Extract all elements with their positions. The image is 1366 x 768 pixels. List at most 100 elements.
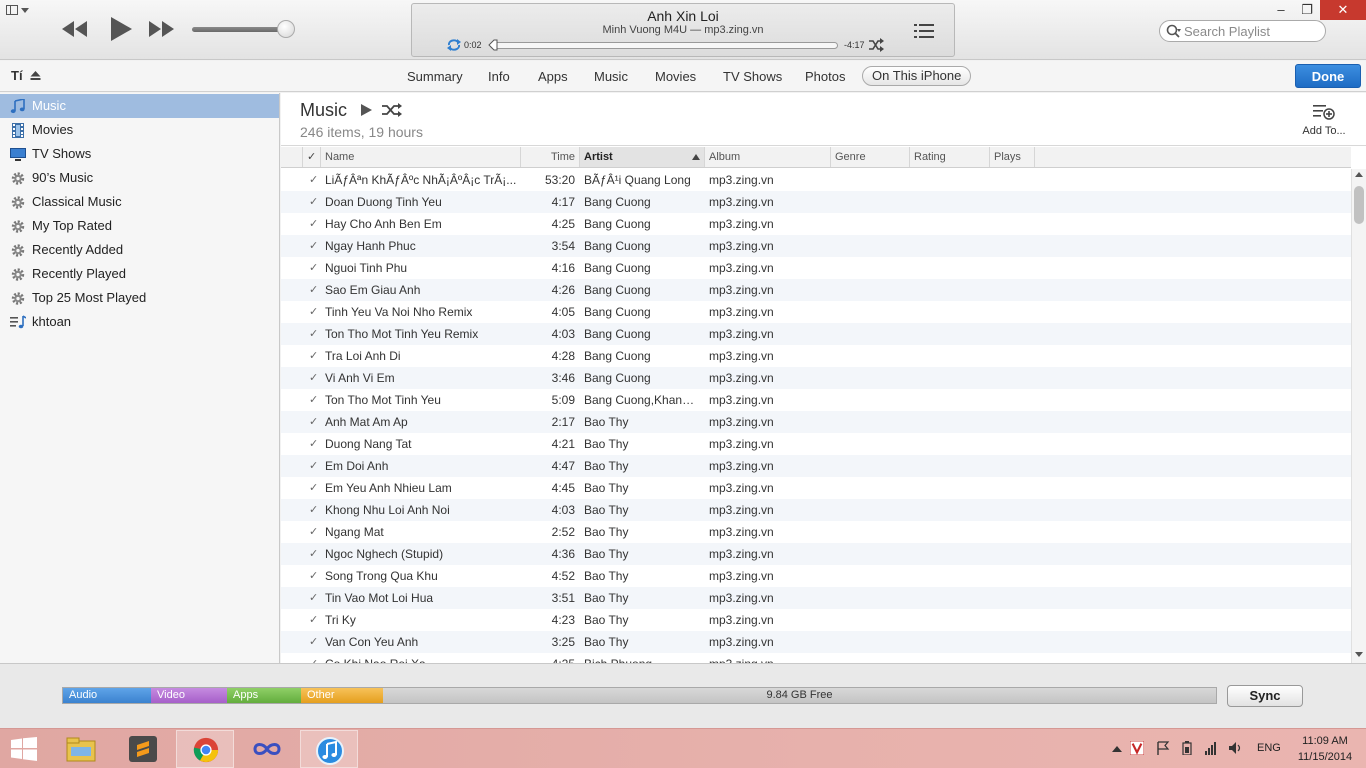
track-checkbox[interactable]: ✓ [309,279,321,301]
table-row[interactable]: ✓ Co Khi Nao Roi Xa 4:25 Bich Phuong mp3.zin… [281,653,1351,663]
previous-track-button[interactable] [60,17,90,41]
tab-on-this-iphone[interactable]: On This iPhone [862,66,972,86]
add-to-button[interactable]: Add To... [1299,103,1349,143]
sidebar-toggle-button[interactable] [6,5,30,17]
capacity-segment-apps[interactable]: Apps [227,688,301,703]
scroll-up-arrow-icon[interactable] [1355,172,1363,177]
table-row[interactable]: ✓ Vi Anh Vi Em 3:46 Bang Cuong mp3.zing.vn [281,367,1351,389]
antivirus-icon[interactable] [1130,741,1144,755]
signal-strength-icon[interactable] [1204,741,1218,755]
track-checkbox[interactable]: ✓ [309,653,321,663]
track-checkbox[interactable]: ✓ [309,323,321,345]
table-row[interactable]: ✓ Em Doi Anh 4:47 Bao Thy mp3.zing.vn [281,455,1351,477]
tab-movies[interactable]: Movies [653,67,698,87]
track-checkbox[interactable]: ✓ [309,169,321,191]
shuffle-icon[interactable] [868,38,884,52]
track-checkbox[interactable]: ✓ [309,367,321,389]
volume-slider[interactable] [192,27,290,32]
column-header-name[interactable]: Name [321,147,521,167]
table-row[interactable]: ✓ Tri Ky 4:23 Bao Thy mp3.zing.vn [281,609,1351,631]
track-checkbox[interactable]: ✓ [309,213,321,235]
minimize-window-button[interactable]: – [1268,0,1294,20]
sidebar-item-recently-added[interactable]: Recently Added [0,238,279,262]
volume-speaker-icon[interactable] [1228,741,1242,755]
track-checkbox[interactable]: ✓ [309,235,321,257]
column-header-plays[interactable]: Plays [990,147,1035,167]
table-row[interactable]: ✓ Khong Nhu Loi Anh Noi 4:03 Bao Thy mp3.zin… [281,499,1351,521]
sync-button[interactable]: Sync [1227,685,1303,707]
track-checkbox[interactable]: ✓ [309,301,321,323]
track-checkbox[interactable]: ✓ [309,543,321,565]
playhead-knob[interactable] [488,39,498,51]
table-row[interactable]: ✓ Ton Tho Mot Tinh Yeu Remix 4:03 Bang Cuon… [281,323,1351,345]
table-row[interactable]: ✓ Van Con Yeu Anh 3:25 Bao Thy mp3.zing.vn [281,631,1351,653]
tab-tv-shows[interactable]: TV Shows [721,67,784,87]
search-playlist-field[interactable] [1159,20,1326,42]
track-checkbox[interactable]: ✓ [309,499,321,521]
track-checkbox[interactable]: ✓ [309,587,321,609]
table-row[interactable]: ✓ Anh Mat Am Ap 2:17 Bao Thy mp3.zing.vn [281,411,1351,433]
column-header-checked[interactable]: ✓ [303,147,321,167]
playback-progress-bar[interactable] [490,42,838,49]
eject-icon[interactable] [30,70,41,81]
scroll-down-arrow-icon[interactable] [1355,652,1363,657]
repeat-icon[interactable] [446,39,462,51]
capacity-segment-video[interactable]: Video [151,688,227,703]
track-checkbox[interactable]: ✓ [309,521,321,543]
clock-time[interactable]: 11:09 AM [1292,735,1358,747]
input-language-indicator[interactable]: ENG [1257,742,1281,754]
tab-music[interactable]: Music [592,67,630,87]
sidebar-item-classical-music[interactable]: Classical Music [0,190,279,214]
clock-date[interactable]: 11/15/2014 [1292,751,1358,763]
track-checkbox[interactable]: ✓ [309,477,321,499]
restore-window-button[interactable]: ❐ [1294,0,1320,20]
sidebar-item-90s-music[interactable]: 90’s Music [0,166,279,190]
sidebar-item-recently-played[interactable]: Recently Played [0,262,279,286]
table-row[interactable]: ✓ Tinh Yeu Va Noi Nho Remix 4:05 Bang Cuong… [281,301,1351,323]
play-icon[interactable] [359,103,373,117]
table-row[interactable]: ✓ Nguoi Tinh Phu 4:16 Bang Cuong mp3.zing.vn [281,257,1351,279]
vertical-scrollbar[interactable] [1351,169,1366,663]
search-input[interactable] [1184,23,1320,40]
table-row[interactable]: ✓ Duong Nang Tat 4:21 Bao Thy mp3.zing.vn [281,433,1351,455]
next-track-button[interactable] [146,17,176,41]
track-checkbox[interactable]: ✓ [309,389,321,411]
battery-icon[interactable] [1180,741,1194,755]
track-checkbox[interactable]: ✓ [309,257,321,279]
sidebar-item-top-25-most-played[interactable]: Top 25 Most Played [0,286,279,310]
sidebar-item-khtoan[interactable]: khtoan [0,310,279,334]
taskbar-app-infinity[interactable] [238,730,296,768]
table-row[interactable]: ✓ Ngoc Nghech (Stupid) 4:36 Bao Thy mp3.zing… [281,543,1351,565]
tab-info[interactable]: Info [486,67,512,87]
device-name[interactable]: Tí [11,68,23,83]
column-header-rating[interactable]: Rating [910,147,990,167]
sidebar-item-music[interactable]: Music [0,94,279,118]
track-checkbox[interactable]: ✓ [309,609,321,631]
table-row[interactable]: ✓ Tin Vao Mot Loi Hua 3:51 Bao Thy mp3.zing.… [281,587,1351,609]
scrollbar-thumb[interactable] [1354,186,1364,224]
capacity-segment-other[interactable]: Other [301,688,383,703]
taskbar-app-file-explorer[interactable] [52,730,110,768]
taskbar-app-itunes[interactable] [300,730,358,768]
table-row[interactable]: ✓ Ngay Hanh Phuc 3:54 Bang Cuong mp3.zing.vn [281,235,1351,257]
table-row[interactable]: ✓ Em Yeu Anh Nhieu Lam 4:45 Bao Thy mp3.zing… [281,477,1351,499]
column-header-album[interactable]: Album [705,147,831,167]
play-button[interactable] [105,14,135,44]
table-row[interactable]: ✓ Sao Em Giau Anh 4:26 Bang Cuong mp3.zing.v… [281,279,1351,301]
table-row[interactable]: ✓ Ngang Mat 2:52 Bao Thy mp3.zing.vn [281,521,1351,543]
action-center-flag-icon[interactable] [1156,741,1170,755]
track-checkbox[interactable]: ✓ [309,631,321,653]
track-checkbox[interactable]: ✓ [309,455,321,477]
table-row[interactable]: ✓ Song Trong Qua Khu 4:52 Bao Thy mp3.zing.v… [281,565,1351,587]
sidebar-item-tv-shows[interactable]: TV Shows [0,142,279,166]
done-button[interactable]: Done [1295,64,1361,88]
tab-apps[interactable]: Apps [536,67,570,87]
taskbar-app-chrome[interactable] [176,730,234,768]
track-checkbox[interactable]: ✓ [309,345,321,367]
up-next-list-icon[interactable] [914,22,934,40]
windows-start-icon[interactable] [10,737,38,761]
column-header-time[interactable]: Time [521,147,580,167]
table-row[interactable]: ✓ LiÃƒÂªn KhÃƒÂºc NhÃ¡ÂºÂ¡c TrÃ¡... 53:20 B… [281,169,1351,191]
table-row[interactable]: ✓ Tra Loi Anh Di 4:28 Bang Cuong mp3.zing.vn [281,345,1351,367]
table-row[interactable]: ✓ Doan Duong Tinh Yeu 4:17 Bang Cuong mp3.zi… [281,191,1351,213]
